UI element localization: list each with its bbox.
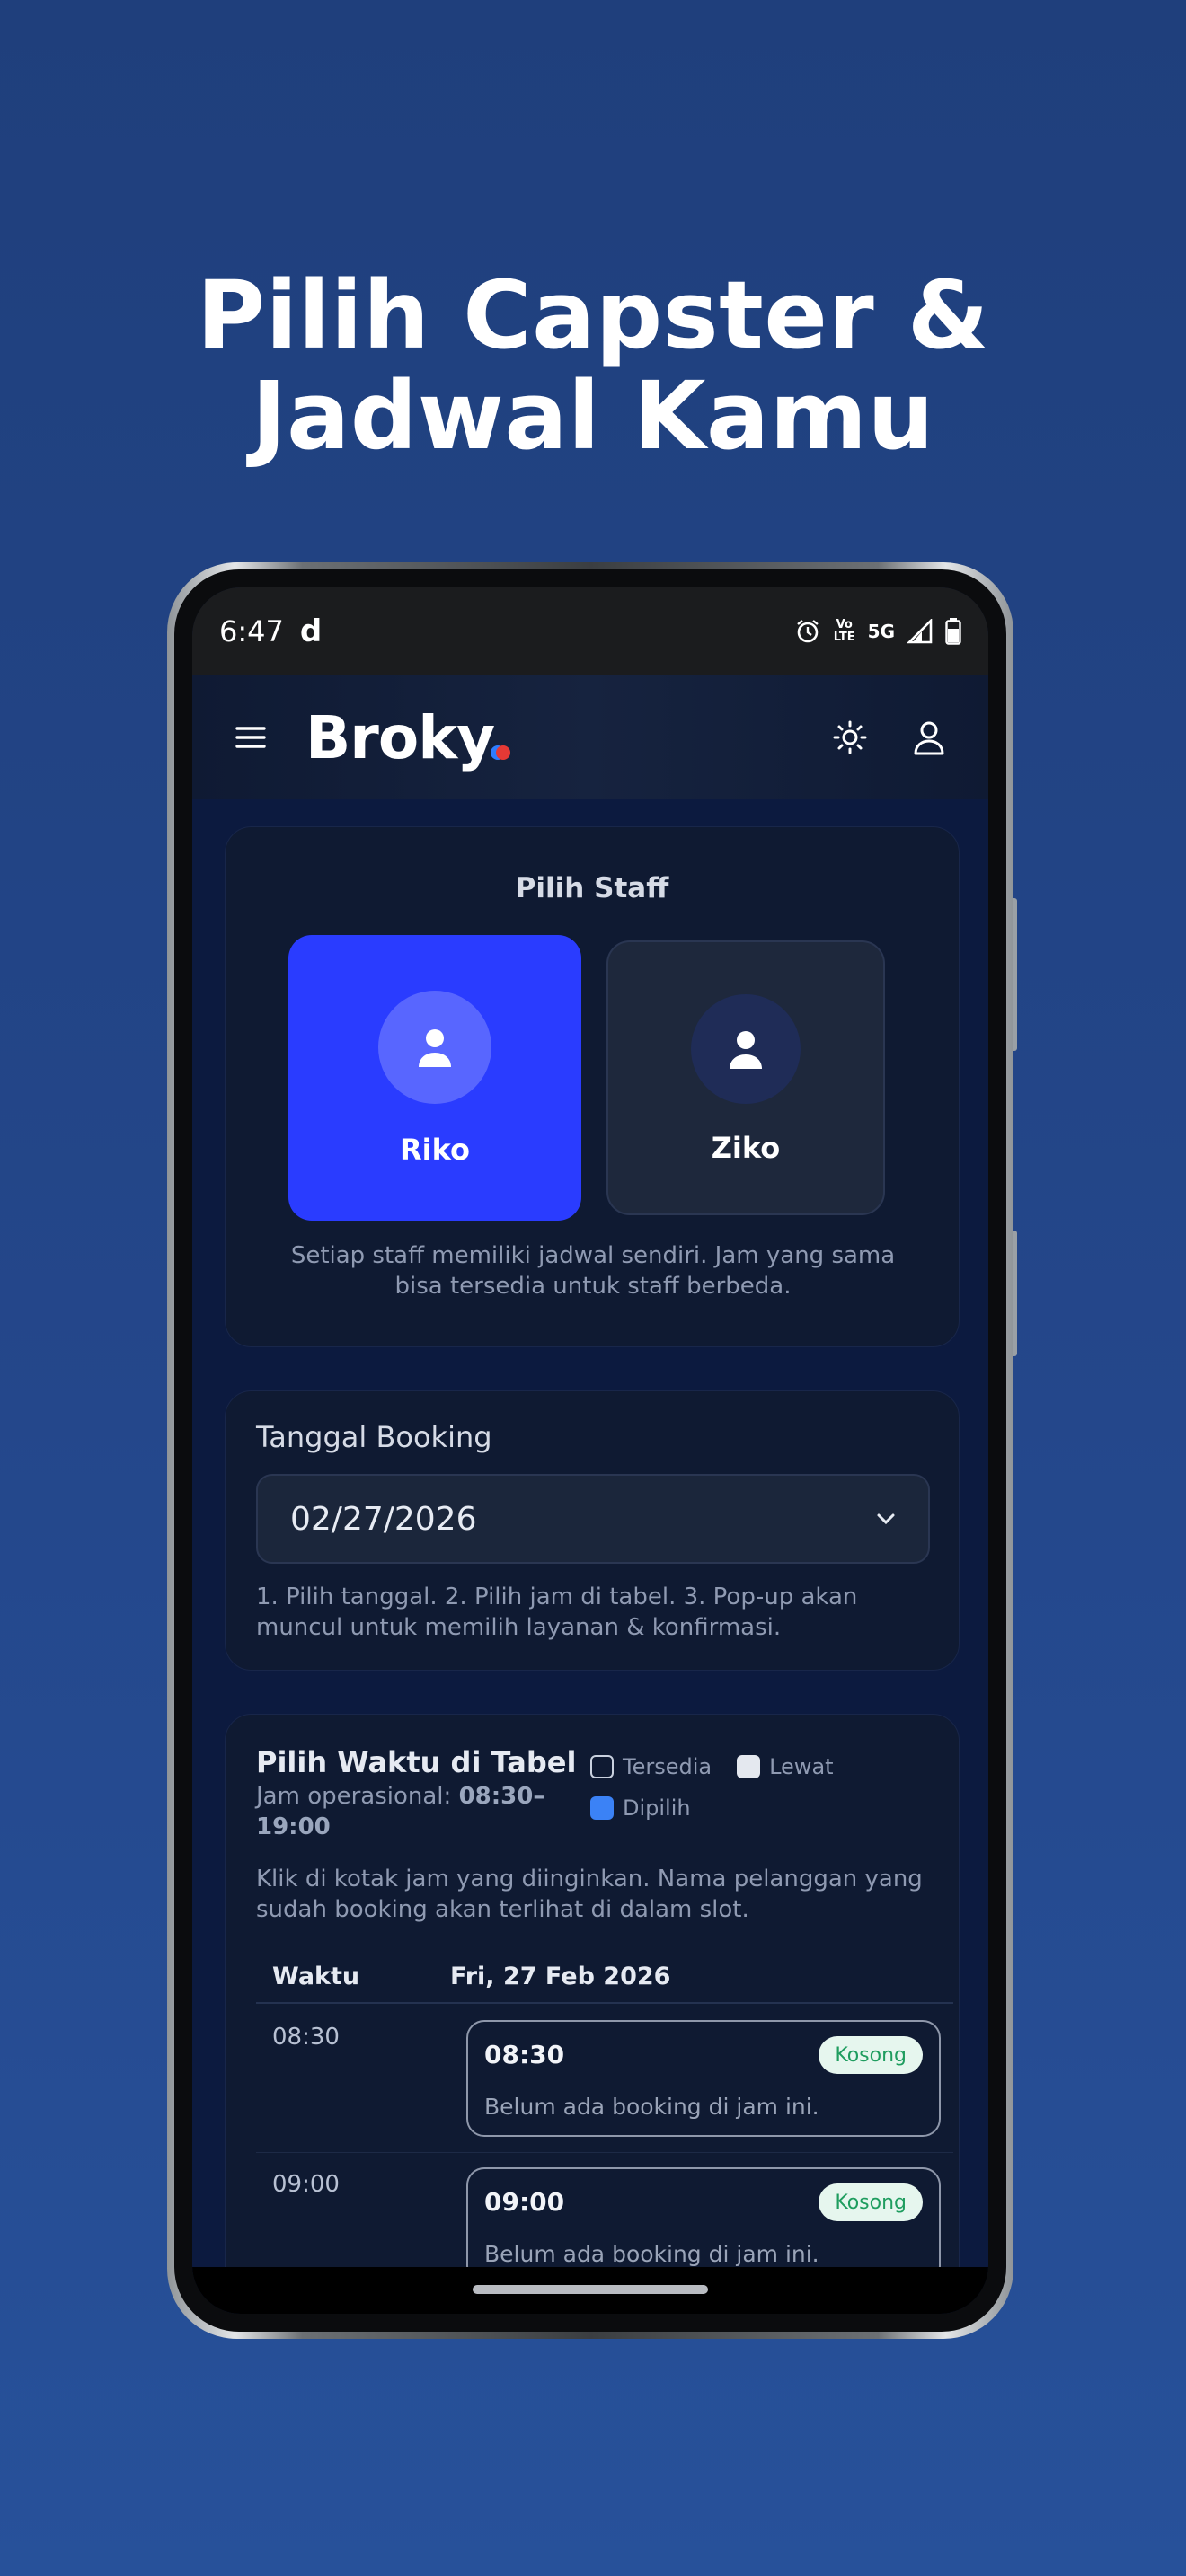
user-icon[interactable] [913,719,945,755]
status-bar: 6:47 d Vo LTE 5G [192,587,988,675]
status-time: 6:47 [219,614,284,648]
phone-bezel: 6:47 d Vo LTE 5G Broky Pilih Staff Riko … [174,569,1006,2332]
staff-option-riko[interactable]: Riko [288,935,581,1221]
app-header: Broky [192,675,988,799]
person-icon [730,1031,762,1069]
legend-past: Lewat [737,1754,834,1779]
header-actions [832,719,945,755]
legend-chosen: Dipilih [590,1795,691,1821]
time-slot[interactable]: 08:30 Kosong Belum ada booking di jam in… [466,2020,941,2137]
date-hint: 1. Pilih tanggal. 2. Pilih jam di tabel.… [256,1584,858,1641]
system-nav-bar [192,2267,988,2314]
chevron-down-icon [877,1513,895,1525]
volte-icon: Vo LTE [833,618,855,644]
avatar [378,991,491,1104]
brand-dot [496,745,511,760]
person-icon [419,1029,451,1067]
staff-name: Ziko [711,1131,781,1165]
phone-screen: 6:47 d Vo LTE 5G Broky Pilih Staff Riko … [192,587,988,2314]
staff-option-ziko[interactable]: Ziko [606,940,885,1215]
slot-legend: Tersedia Lewat Dipilih [590,1754,834,1837]
table-row: 08:30 08:30 Kosong Belum ada booking di … [256,2006,953,2153]
slot-time: 09:00 [484,2187,565,2217]
headline-line-2: Jadwal Kamu [251,361,935,471]
schedule-description: Klik di kotak jam yang diinginkan. Nama … [256,1866,923,1923]
status-badge: Kosong [819,2036,923,2074]
staff-note: Setiap staff memiliki jadwal sendiri. Ja… [290,1242,896,1300]
status-badge: Kosong [819,2183,923,2221]
schedule-title: Pilih Waktu di Tabel [256,1745,577,1779]
date-picker[interactable]: 02/27/2026 [256,1474,930,1564]
date-card: Tanggal Booking 02/27/2026 1. Pilih tang… [225,1390,960,1671]
operating-hours: Jam operasional: 08:30–19:00 [256,1783,545,1840]
avatar [691,994,801,1104]
staff-card-title: Pilih Staff [515,872,669,904]
headline-line-1: Pilih Capster & [196,260,990,370]
network-type: 5G [867,621,895,642]
app-notification-icon: d [299,613,323,649]
column-date: Fri, 27 Feb 2026 [450,1962,671,1990]
slot-description: Belum ada booking di jam ini. [484,2241,819,2267]
brand-logo[interactable]: Broky [305,703,511,772]
row-time: 09:00 [272,2171,340,2198]
date-value: 02/27/2026 [290,1500,477,1538]
main-content: Pilih Staff Riko Ziko Setiap staff memil [192,799,988,2314]
battery-icon [945,618,961,645]
slot-description: Belum ada booking di jam ini. [484,2094,819,2120]
staff-card: Pilih Staff Riko Ziko Setiap staff memil [225,826,960,1347]
legend-available: Tersedia [590,1754,712,1779]
row-time: 08:30 [272,2024,340,2051]
signal-icon [907,619,933,644]
column-time: Waktu [272,1962,360,1990]
home-gesture-handle[interactable] [473,2285,708,2294]
schedule-card: Pilih Waktu di Tabel Jam operasional: 08… [225,1714,960,2314]
menu-icon[interactable] [235,725,266,750]
status-icons: Vo LTE 5G [794,618,961,645]
sun-icon[interactable] [832,719,868,755]
slot-time: 08:30 [484,2040,565,2069]
staff-name: Riko [399,1133,470,1167]
date-label: Tanggal Booking [256,1420,492,1454]
phone-frame: 6:47 d Vo LTE 5G Broky Pilih Staff Riko … [167,562,1013,2339]
promo-headline: Pilih Capster & Jadwal Kamu [0,265,1186,466]
schedule-table-header: Waktu Fri, 27 Feb 2026 [256,1950,953,2004]
alarm-icon [797,620,819,643]
